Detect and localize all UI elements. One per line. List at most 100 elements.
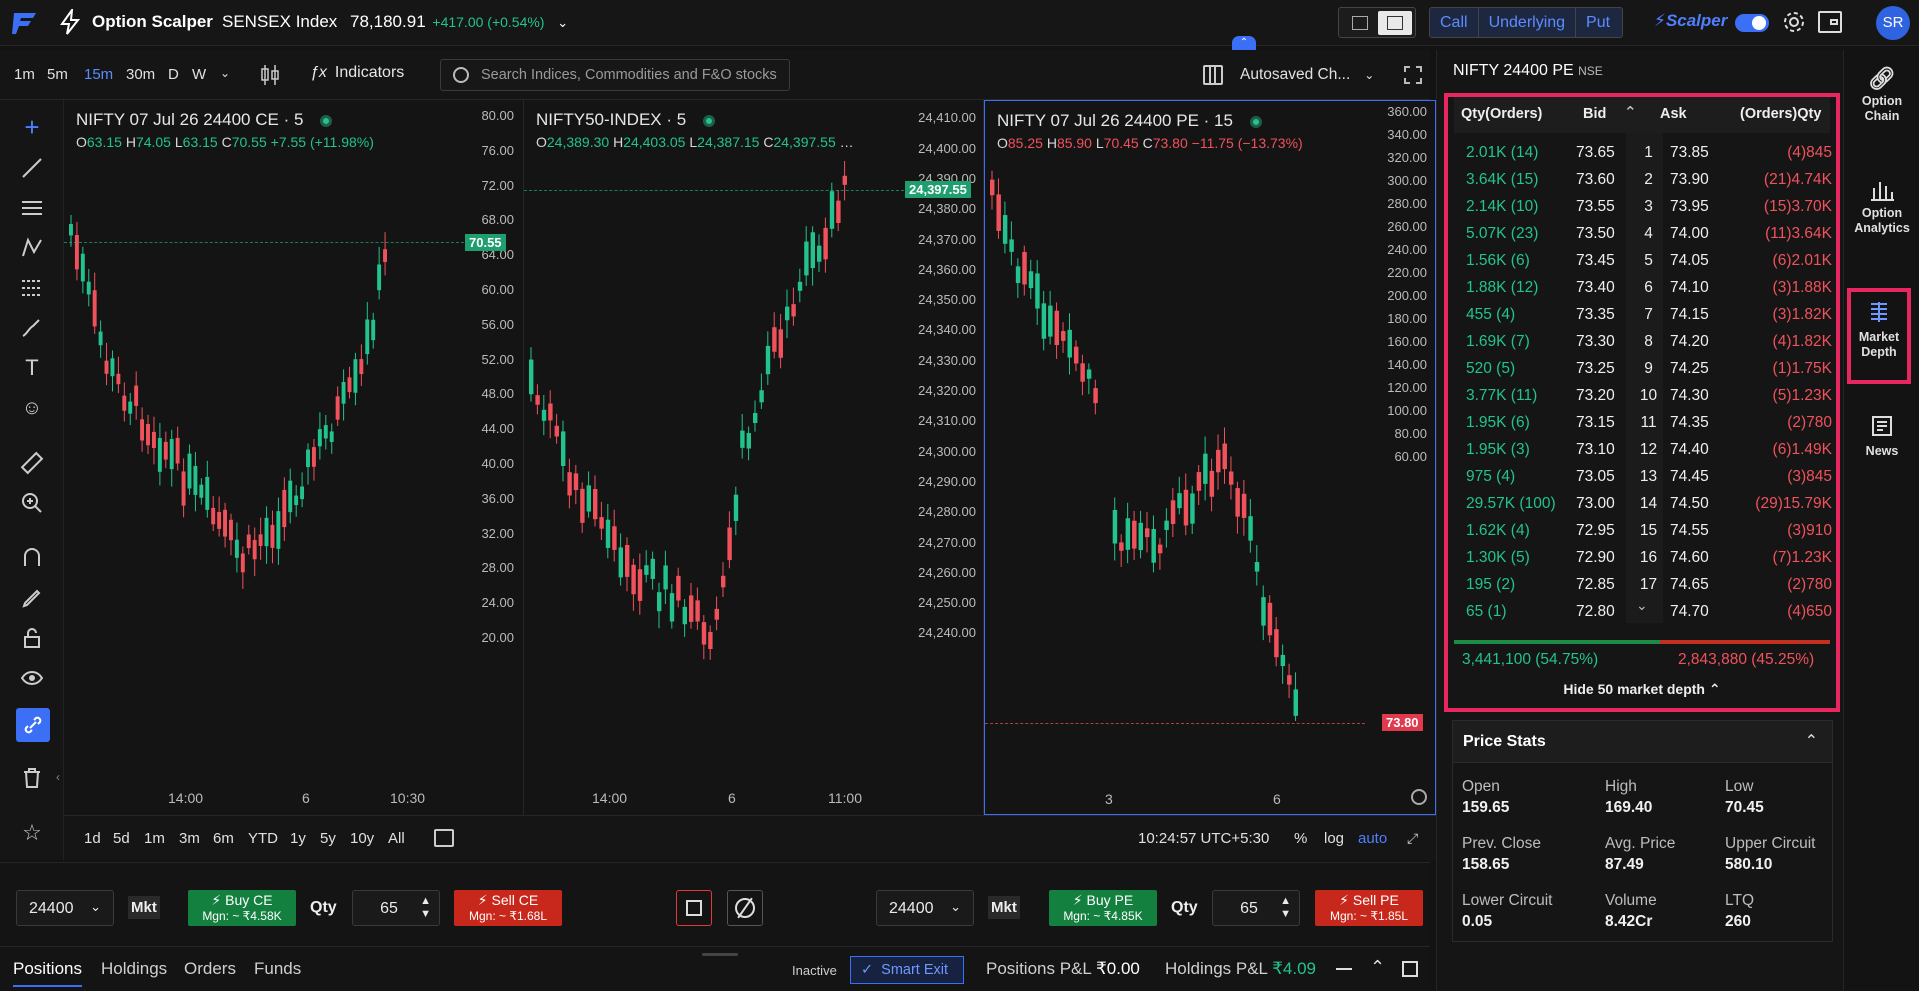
eye-icon[interactable] <box>17 663 47 693</box>
smart-exit-button[interactable]: ✓ Smart Exit <box>850 956 964 984</box>
range-10y[interactable]: 10y <box>350 830 374 847</box>
depth-row[interactable]: 29.57K (100) 73.00 14 74.50 (29)15.79K <box>1466 491 1832 518</box>
depth-row[interactable]: 1.88K (12) 73.40 6 74.10 (3)1.88K <box>1466 275 1832 302</box>
calendar-icon[interactable] <box>434 829 454 847</box>
scalper-toggle[interactable]: ⚡Scalper <box>1654 11 1727 31</box>
search-input[interactable]: Search Indices, Commodities and F&O stoc… <box>440 59 790 91</box>
sell-ce-button[interactable]: ⚡ Sell CE Mgn: ~ ₹1.68L <box>454 890 562 926</box>
depth-row[interactable]: 1.56K (6) 73.45 5 74.05 (6)2.01K <box>1466 248 1832 275</box>
expand-icon[interactable]: ⤢ <box>1407 830 1423 846</box>
horizontal-lines-icon[interactable] <box>17 193 47 223</box>
depth-row[interactable]: 455 (4) 73.35 7 74.15 (3)1.82K <box>1466 302 1832 329</box>
chart-pane-index[interactable]: NIFTY50-INDEX · 5 O24,389.30 H24,403.05 … <box>524 100 984 815</box>
range-5y[interactable]: 5y <box>320 830 336 847</box>
percent-toggle[interactable]: % <box>1294 830 1307 847</box>
exit-all-icon[interactable] <box>676 890 712 926</box>
index-selector[interactable]: SENSEX Index 78,180.91 +417.00 (+0.54%) … <box>222 12 568 32</box>
wallet-icon[interactable] <box>1818 11 1842 33</box>
rail-news[interactable]: News <box>1850 414 1914 459</box>
depth-row[interactable]: 520 (5) 73.25 9 74.25 (1)1.75K <box>1466 356 1832 383</box>
range-1y[interactable]: 1y <box>290 830 306 847</box>
tab-funds[interactable]: Funds <box>254 959 301 979</box>
depth-row[interactable]: 65 (1) 72.80 74.70 (4)650 <box>1466 599 1832 626</box>
rail-option-analytics[interactable]: Option Analytics <box>1850 176 1914 236</box>
chart-pane-pe[interactable]: NIFTY 07 Jul 26 24400 PE · 15 O85.25 H85… <box>984 100 1436 815</box>
app-logo-icon[interactable] <box>12 10 40 36</box>
timeframe-15m[interactable]: 15m <box>84 66 113 83</box>
log-toggle[interactable]: log <box>1324 830 1344 847</box>
scroll-down-icon[interactable]: ⌄ <box>1636 597 1648 614</box>
depth-row[interactable]: 3.64K (15) 73.60 2 73.90 (21)4.74K <box>1466 167 1832 194</box>
layout-columns-icon[interactable] <box>1203 65 1223 85</box>
trash-icon[interactable] <box>17 763 47 793</box>
ruler-icon[interactable] <box>17 448 47 478</box>
stepper-icon[interactable]: ▲ ▼ <box>1280 895 1291 921</box>
ce-qty-input[interactable]: 65 ▲ ▼ <box>352 890 440 926</box>
single-layout-icon[interactable] <box>1352 16 1368 30</box>
mkt-toggle[interactable]: Mkt <box>128 896 160 919</box>
range-3m[interactable]: 3m <box>179 830 200 847</box>
sell-pe-button[interactable]: ⚡ Sell PE Mgn: ~ ₹1.85L <box>1315 890 1423 926</box>
buy-ce-button[interactable]: ⚡ Buy CE Mgn: ~ ₹4.58K <box>188 890 296 926</box>
maximize-icon[interactable] <box>1402 961 1418 977</box>
pencil-lock-icon[interactable] <box>17 583 47 613</box>
put-tab[interactable]: Put <box>1576 8 1620 37</box>
timeframe-dropdown-icon[interactable]: ⌄ <box>220 66 230 80</box>
chart-pane-ce[interactable]: NIFTY 07 Jul 26 24400 CE · 5 O63.15 H74.… <box>64 100 524 815</box>
brush-icon[interactable] <box>17 313 47 343</box>
timeframe-d[interactable]: D <box>168 66 179 83</box>
pattern-icon[interactable] <box>17 233 47 263</box>
chart-settings-icon[interactable] <box>1411 789 1427 805</box>
split-layout-icon[interactable] <box>1378 11 1412 35</box>
range-ytd[interactable]: YTD <box>248 830 278 847</box>
minimize-icon[interactable] <box>1336 968 1352 970</box>
depth-row[interactable]: 3.77K (11) 73.20 10 74.30 (5)1.23K <box>1466 383 1832 410</box>
collapse-header-icon[interactable]: ⌃ <box>1232 36 1256 50</box>
buy-pe-button[interactable]: ⚡ Buy PE Mgn: ~ ₹4.85K <box>1049 890 1157 926</box>
option-type-switch[interactable]: Call Underlying Put <box>1429 7 1623 38</box>
depth-row[interactable]: 2.14K (10) 73.55 3 73.95 (15)3.70K <box>1466 194 1832 221</box>
chevron-up-icon[interactable]: ⌃ <box>1805 731 1818 751</box>
indicators-button[interactable]: ƒx Indicators <box>310 64 404 82</box>
range-6m[interactable]: 6m <box>213 830 234 847</box>
collapse-tools-icon[interactable]: ‹ <box>56 770 60 784</box>
fib-icon[interactable] <box>17 273 47 303</box>
range-all[interactable]: All <box>388 830 405 847</box>
depth-row[interactable]: 1.95K (6) 73.15 11 74.35 (2)780 <box>1466 410 1832 437</box>
pe-strike-select[interactable]: 24400 ⌄ <box>876 890 974 926</box>
tab-holdings[interactable]: Holdings <box>101 959 167 979</box>
depth-row[interactable]: 1.30K (5) 72.90 16 74.60 (7)1.23K <box>1466 545 1832 572</box>
depth-row[interactable]: 2.01K (14) 73.65 1 73.85 (4)845 <box>1466 140 1832 167</box>
layout-name-dropdown[interactable]: Autosaved Ch... ⌄ <box>1240 66 1374 84</box>
timeframe-5m[interactable]: 5m <box>47 66 68 83</box>
range-1m[interactable]: 1m <box>144 830 165 847</box>
fullscreen-icon[interactable] <box>1404 66 1422 84</box>
depth-row[interactable]: 1.95K (3) 73.10 12 74.40 (6)1.49K <box>1466 437 1832 464</box>
depth-row[interactable]: 5.07K (23) 73.50 4 74.00 (11)3.64K <box>1466 221 1832 248</box>
ce-strike-select[interactable]: 24400 ⌄ <box>16 890 114 926</box>
underlying-tab[interactable]: Underlying <box>1479 8 1577 37</box>
depth-row[interactable]: 975 (4) 73.05 13 74.45 (3)845 <box>1466 464 1832 491</box>
lock-icon[interactable] <box>17 623 47 653</box>
stepper-icon[interactable]: ▲ ▼ <box>420 895 431 921</box>
link-icon[interactable] <box>16 708 50 742</box>
tab-orders[interactable]: Orders <box>184 959 236 979</box>
drag-handle[interactable] <box>702 953 738 956</box>
scalper-switch[interactable] <box>1735 14 1769 32</box>
depth-row[interactable]: 1.69K (7) 73.30 8 74.20 (4)1.82K <box>1466 329 1832 356</box>
range-5d[interactable]: 5d <box>113 830 130 847</box>
star-icon[interactable]: ☆ <box>17 818 47 848</box>
timeframe-1m[interactable]: 1m <box>14 66 35 83</box>
text-icon[interactable]: T <box>17 353 47 383</box>
price-stats-header[interactable]: Price Stats ⌃ <box>1453 721 1832 763</box>
mkt-toggle[interactable]: Mkt <box>988 896 1020 919</box>
avatar[interactable]: SR <box>1876 6 1910 40</box>
timeframe-w[interactable]: W <box>192 66 206 83</box>
gear-icon[interactable] <box>1782 10 1806 34</box>
cancel-all-icon[interactable] <box>727 890 763 926</box>
crosshair-icon[interactable]: + <box>17 112 47 142</box>
trendline-icon[interactable] <box>17 153 47 183</box>
depth-row[interactable]: 195 (2) 72.85 17 74.65 (2)780 <box>1466 572 1832 599</box>
rail-market-depth[interactable]: Market Depth <box>1847 288 1911 384</box>
candle-type-icon[interactable] <box>260 64 280 86</box>
